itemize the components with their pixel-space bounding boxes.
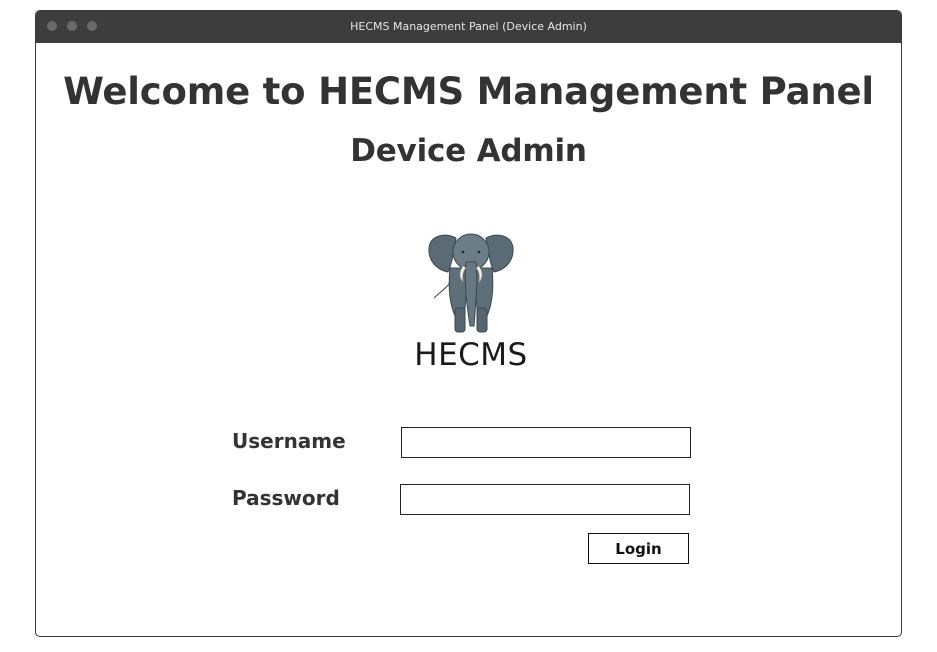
title-bar[interactable]: HECMS Management Panel (Device Admin) bbox=[36, 11, 901, 43]
hecms-logo: HECMS bbox=[406, 228, 536, 378]
login-page: Welcome to HECMS Management Panel Device… bbox=[36, 43, 901, 636]
app-window: HECMS Management Panel (Device Admin) We… bbox=[35, 10, 902, 637]
password-label: Password bbox=[232, 486, 340, 510]
window-title: HECMS Management Panel (Device Admin) bbox=[350, 20, 587, 33]
page-title: Welcome to HECMS Management Panel bbox=[63, 70, 874, 113]
username-input[interactable] bbox=[401, 427, 691, 458]
page-subtitle: Device Admin bbox=[350, 133, 587, 169]
elephant-icon bbox=[428, 233, 514, 333]
login-button[interactable]: Login bbox=[588, 533, 689, 564]
logo-text: HECMS bbox=[414, 337, 528, 373]
password-input[interactable] bbox=[400, 484, 690, 515]
username-label: Username bbox=[232, 429, 346, 453]
